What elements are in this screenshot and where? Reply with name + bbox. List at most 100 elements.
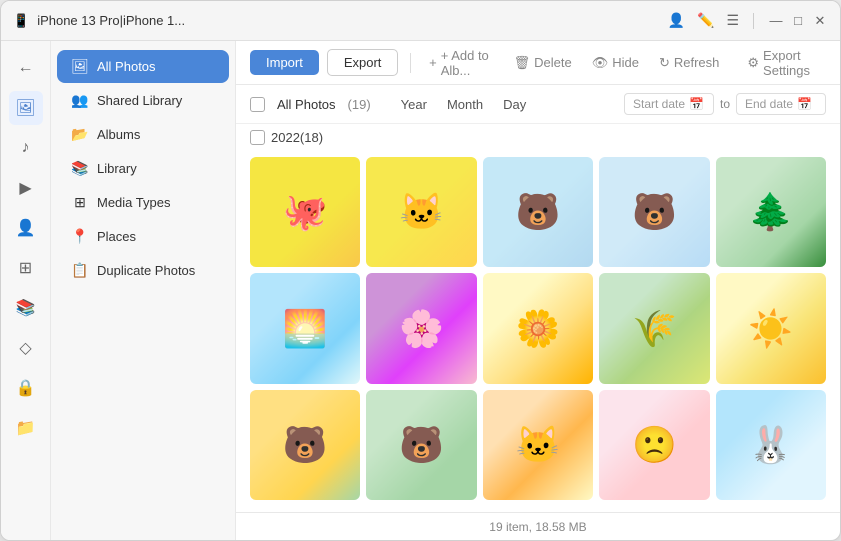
sidebar-item-media-types[interactable]: ⊞ Media Types: [57, 186, 229, 219]
refresh-action[interactable]: ↻ Refresh: [653, 51, 725, 75]
sidebar-item-library[interactable]: 📚 Library: [57, 152, 229, 185]
month-nav-btn[interactable]: Month: [439, 95, 491, 114]
menu-icon[interactable]: ☰: [726, 12, 739, 29]
video-nav-icon[interactable]: ▶: [9, 171, 43, 205]
year-group-label: 2022(18): [271, 130, 323, 145]
folder-nav-icon[interactable]: 📁: [9, 411, 43, 445]
end-date-placeholder: End date: [745, 97, 793, 111]
sidebar: 🖼 All Photos 👥 Shared Library 📂 Albums 📚…: [51, 41, 236, 540]
photo-cell-14[interactable]: 🙁: [599, 390, 709, 500]
duplicate-photos-icon: 📋: [71, 262, 89, 279]
media-types-icon: ⊞: [71, 194, 89, 211]
export-settings-label: Export Settings: [763, 48, 820, 78]
sidebar-item-albums[interactable]: 📂 Albums: [57, 118, 229, 151]
photo-emoji-10: ☀️: [748, 308, 793, 350]
sidebar-label-duplicate-photos: Duplicate Photos: [97, 263, 195, 278]
titlebar: 📱 iPhone 13 Pro|iPhone 1... 👤 ✏️ ☰ — □ ✕: [1, 1, 840, 41]
delete-label: Delete: [534, 55, 572, 70]
library-icon: 📚: [71, 160, 89, 177]
photo-cell-10[interactable]: ☀️: [716, 273, 826, 383]
sidebar-item-places[interactable]: 📍 Places: [57, 220, 229, 253]
photo-cell-9[interactable]: 🌾: [599, 273, 709, 383]
day-nav-btn[interactable]: Day: [495, 95, 534, 114]
sidebar-item-shared-library[interactable]: 👥 Shared Library: [57, 84, 229, 117]
lock-nav-icon[interactable]: 🔒: [9, 371, 43, 405]
photo-emoji-7: 🌸: [399, 308, 444, 350]
device-icon: 📱: [13, 13, 29, 29]
photo-cell-13[interactable]: 🐱: [483, 390, 593, 500]
hide-action[interactable]: 👁 Hide: [586, 51, 645, 75]
photo-emoji-2: 🐱: [399, 191, 444, 233]
app-window: 📱 iPhone 13 Pro|iPhone 1... 👤 ✏️ ☰ — □ ✕…: [0, 0, 841, 541]
year-group-checkbox[interactable]: [250, 130, 265, 145]
photo-emoji-9: 🌾: [632, 308, 677, 350]
export-button[interactable]: Export: [327, 49, 399, 76]
photo-emoji-14: 🙁: [632, 424, 677, 466]
sidebar-item-all-photos[interactable]: 🖼 All Photos: [57, 50, 229, 83]
music-nav-icon[interactable]: ♪: [9, 131, 43, 165]
to-label: to: [720, 97, 730, 111]
start-date-placeholder: Start date: [633, 97, 685, 111]
status-text: 19 item, 18.58 MB: [489, 520, 586, 534]
photos-nav-icon[interactable]: 🖼: [9, 91, 43, 125]
refresh-icon: ↻: [659, 55, 670, 71]
sidebar-label-media-types: Media Types: [97, 195, 170, 210]
photo-cell-11[interactable]: 🐻: [250, 390, 360, 500]
back-nav-icon[interactable]: ←: [9, 51, 43, 85]
start-date-calendar-icon: 📅: [689, 97, 704, 111]
hide-label: Hide: [612, 55, 639, 70]
photo-cell-5[interactable]: 🌲: [716, 157, 826, 267]
sidebar-label-all-photos: All Photos: [97, 59, 156, 74]
photo-emoji-12: 🐻: [399, 424, 444, 466]
all-photos-icon: 🖼: [71, 58, 89, 75]
edit-icon[interactable]: ✏️: [697, 12, 714, 29]
photo-emoji-8: 🌼: [516, 308, 561, 350]
minimize-button[interactable]: —: [768, 13, 784, 29]
photo-cell-8[interactable]: 🌼: [483, 273, 593, 383]
end-date-input[interactable]: End date 📅: [736, 93, 826, 115]
close-button[interactable]: ✕: [812, 13, 828, 29]
sidebar-label-places: Places: [97, 229, 136, 244]
photo-cell-7[interactable]: 🌸: [366, 273, 476, 383]
import-button[interactable]: Import: [250, 50, 319, 75]
year-group-header: 2022(18): [236, 124, 840, 151]
maximize-button[interactable]: □: [790, 13, 806, 29]
photo-cell-3[interactable]: 🐻: [483, 157, 593, 267]
places-icon: 📍: [71, 228, 89, 245]
date-nav: Year Month Day: [393, 95, 535, 114]
left-icon-rail: ← 🖼 ♪ ▶ 👤 ⊞ 📚 ◇ 🔒 📁: [1, 41, 51, 540]
window-controls: 👤 ✏️ ☰ — □ ✕: [668, 12, 828, 29]
bookmark-nav-icon[interactable]: ◇: [9, 331, 43, 365]
photo-cell-4[interactable]: 🐻: [599, 157, 709, 267]
refresh-label: Refresh: [674, 55, 720, 70]
end-date-calendar-icon: 📅: [797, 97, 812, 111]
photo-emoji-13: 🐱: [516, 424, 561, 466]
shared-library-icon: 👥: [71, 92, 89, 109]
select-all-checkbox[interactable]: [250, 97, 265, 112]
main-content: Import Export + + Add to Alb... 🗑 Delete…: [236, 41, 840, 540]
date-range-filter: Start date 📅 to End date 📅: [624, 93, 826, 115]
photo-cell-6[interactable]: 🌅: [250, 273, 360, 383]
contacts-nav-icon[interactable]: 👤: [9, 211, 43, 245]
sidebar-label-albums: Albums: [97, 127, 140, 142]
hide-icon: 👁: [592, 55, 609, 71]
photo-cell-12[interactable]: 🐻: [366, 390, 476, 500]
apps-nav-icon[interactable]: ⊞: [9, 251, 43, 285]
delete-action[interactable]: 🗑 Delete: [508, 51, 578, 75]
user-icon[interactable]: 👤: [668, 12, 685, 29]
sidebar-item-duplicate-photos[interactable]: 📋 Duplicate Photos: [57, 254, 229, 287]
sidebar-label-library: Library: [97, 161, 137, 176]
books-nav-icon[interactable]: 📚: [9, 291, 43, 325]
photo-emoji-1: 🐙: [283, 191, 328, 233]
toolbar-separator-1: [410, 53, 411, 73]
export-settings-action[interactable]: ⚙ Export Settings: [741, 44, 826, 82]
add-album-action[interactable]: + + Add to Alb...: [423, 44, 499, 82]
sidebar-label-shared-library: Shared Library: [97, 93, 182, 108]
photo-cell-15[interactable]: 🐰: [716, 390, 826, 500]
start-date-input[interactable]: Start date 📅: [624, 93, 714, 115]
photo-cell-2[interactable]: 🐱: [366, 157, 476, 267]
photo-cell-1[interactable]: 🐙: [250, 157, 360, 267]
photo-emoji-6: 🌅: [283, 308, 328, 350]
window-title: iPhone 13 Pro|iPhone 1...: [37, 13, 659, 28]
year-nav-btn[interactable]: Year: [393, 95, 435, 114]
